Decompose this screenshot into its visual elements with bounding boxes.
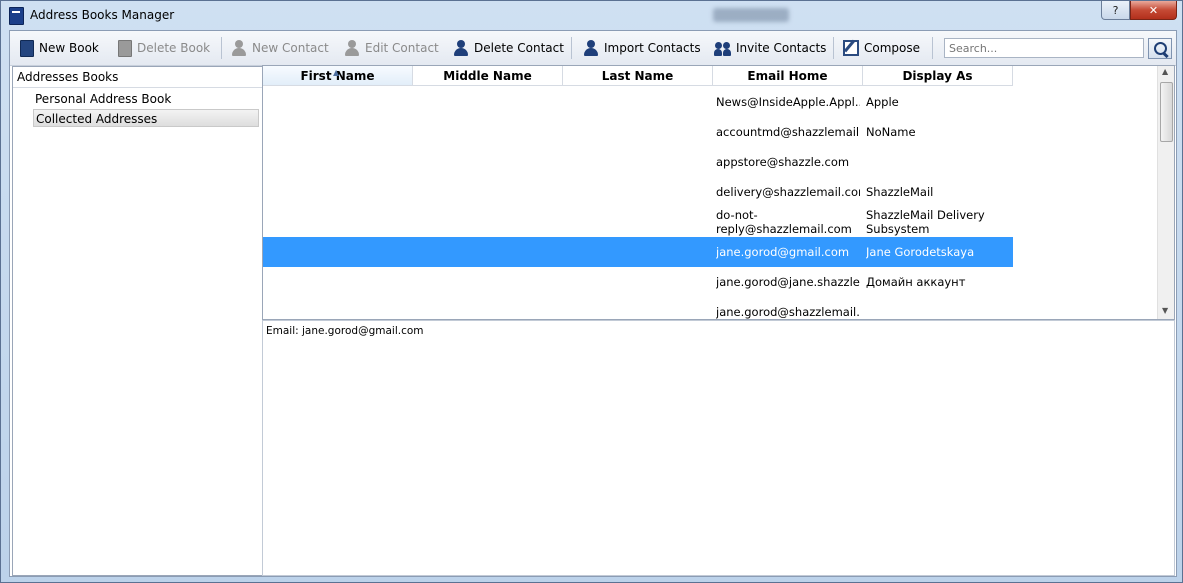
toolbar-separator	[571, 37, 572, 59]
email-cell: News@InsideApple.Appl...	[716, 95, 860, 109]
compose-label: Compose	[864, 41, 921, 55]
new-book-button[interactable]: New Book	[20, 38, 99, 58]
help-button[interactable]: ?	[1101, 1, 1130, 20]
email-cell: jane.gorod@jane.shazzle...	[716, 275, 860, 289]
compose-icon	[843, 40, 859, 56]
import-contacts-label: Import Contacts	[604, 41, 701, 55]
email-cell: jane.gorod@gmail.com	[716, 245, 850, 259]
display-cell: Apple	[866, 95, 899, 109]
close-button[interactable]: ✕	[1130, 1, 1177, 20]
delete-book-icon	[118, 39, 132, 57]
delete-contact-button[interactable]: Delete Contact	[453, 38, 564, 58]
address-books-window: Address Books Manager ? ✕ New Book Delet…	[0, 0, 1183, 583]
table-scrollbar[interactable]: ▲ ▼	[1157, 66, 1174, 319]
display-cell	[866, 147, 1010, 177]
compose-button[interactable]: Compose	[843, 38, 920, 58]
edit-contact-label: Edit Contact	[365, 41, 439, 55]
new-contact-icon	[231, 40, 247, 56]
toolbar-separator	[932, 37, 933, 59]
scrollbar-thumb[interactable]	[1160, 82, 1173, 142]
import-contacts-icon	[583, 40, 599, 56]
delete-book-label: Delete Book	[137, 41, 211, 55]
email-cell: delivery@shazzlemail.com	[716, 185, 860, 199]
column-header-display-as[interactable]: Display As	[863, 66, 1013, 86]
blurred-taskbar-item	[713, 8, 789, 22]
address-book-collected[interactable]: Collected Addresses	[33, 109, 259, 127]
display-cell: Домайн аккаунт	[866, 275, 966, 289]
invite-contacts-icon	[714, 40, 731, 56]
column-header-last-name[interactable]: Last Name	[563, 66, 713, 86]
delete-contact-icon	[453, 40, 469, 56]
address-books-header: Addresses Books	[13, 67, 262, 88]
window-title: Address Books Manager	[30, 8, 175, 22]
new-book-icon	[20, 39, 34, 57]
table-row[interactable]: jane.gorod@jane.shazzle... Домайн аккаун…	[263, 267, 1013, 297]
search-button[interactable]	[1148, 38, 1172, 59]
sort-ascending-icon: ▲	[333, 68, 340, 77]
edit-contact-button[interactable]: Edit Contact	[344, 38, 439, 58]
email-cell: appstore@shazzle.com	[716, 155, 850, 169]
title-bar: Address Books Manager ? ✕	[1, 1, 1182, 30]
toolbar-separator	[833, 37, 834, 59]
table-row-selected[interactable]: jane.gorod@gmail.com Jane Gorodetskaya	[263, 237, 1013, 267]
display-cell: NoName	[866, 125, 916, 139]
address-books-panel: Addresses Books Personal Address Book Co…	[12, 66, 263, 576]
client-area: New Book Delete Book New Contact Edit Co…	[9, 30, 1177, 577]
scroll-down-icon[interactable]: ▼	[1162, 306, 1168, 315]
contact-detail-email: Email: jane.gorod@gmail.com	[266, 325, 424, 337]
display-cell: ShazzleMail	[866, 185, 934, 199]
address-book-app-icon	[9, 7, 24, 25]
email-cell: accountmd@shazzlemail....	[716, 125, 860, 139]
invite-contacts-label: Invite Contacts	[736, 41, 827, 55]
contact-detail-panel: Email: jane.gorod@gmail.com	[262, 320, 1175, 576]
table-row[interactable]: do-not-reply@shazzlemail.com ShazzleMail…	[263, 207, 1013, 237]
import-contacts-button[interactable]: Import Contacts	[583, 38, 701, 58]
table-row[interactable]: jane.gorod@shazzlemail....	[263, 297, 1013, 319]
display-cell: ShazzleMail Delivery Subsystem	[866, 208, 985, 236]
table-row[interactable]: accountmd@shazzlemail.... NoName	[263, 117, 1013, 147]
contacts-table: ▲ First Name Middle Name Last Name Email…	[262, 65, 1175, 320]
display-cell	[866, 297, 1010, 319]
search-input[interactable]	[944, 38, 1144, 58]
display-cell: Jane Gorodetskaya	[866, 245, 975, 259]
new-book-label: New Book	[39, 41, 99, 55]
email-cell: jane.gorod@shazzlemail....	[716, 305, 860, 319]
column-header-middle-name[interactable]: Middle Name	[413, 66, 563, 86]
toolbar: New Book Delete Book New Contact Edit Co…	[10, 31, 1176, 66]
table-row[interactable]: appstore@shazzle.com	[263, 147, 1013, 177]
column-header-email-home[interactable]: Email Home	[713, 66, 863, 86]
column-header-first-name[interactable]: ▲ First Name	[263, 66, 413, 86]
scroll-up-icon[interactable]: ▲	[1162, 67, 1168, 76]
email-cell: do-not-reply@shazzlemail.com	[716, 208, 852, 236]
new-contact-label: New Contact	[252, 41, 329, 55]
toolbar-separator	[221, 37, 222, 59]
address-book-personal[interactable]: Personal Address Book	[33, 90, 261, 108]
table-row[interactable]: delivery@shazzlemail.com ShazzleMail	[263, 177, 1013, 207]
delete-contact-label: Delete Contact	[474, 41, 564, 55]
invite-contacts-button[interactable]: Invite Contacts	[714, 38, 827, 58]
delete-book-button[interactable]: Delete Book	[118, 38, 210, 58]
edit-contact-icon	[344, 40, 360, 56]
table-row[interactable]: News@InsideApple.Appl... Apple	[263, 87, 1013, 117]
new-contact-button[interactable]: New Contact	[231, 38, 329, 58]
